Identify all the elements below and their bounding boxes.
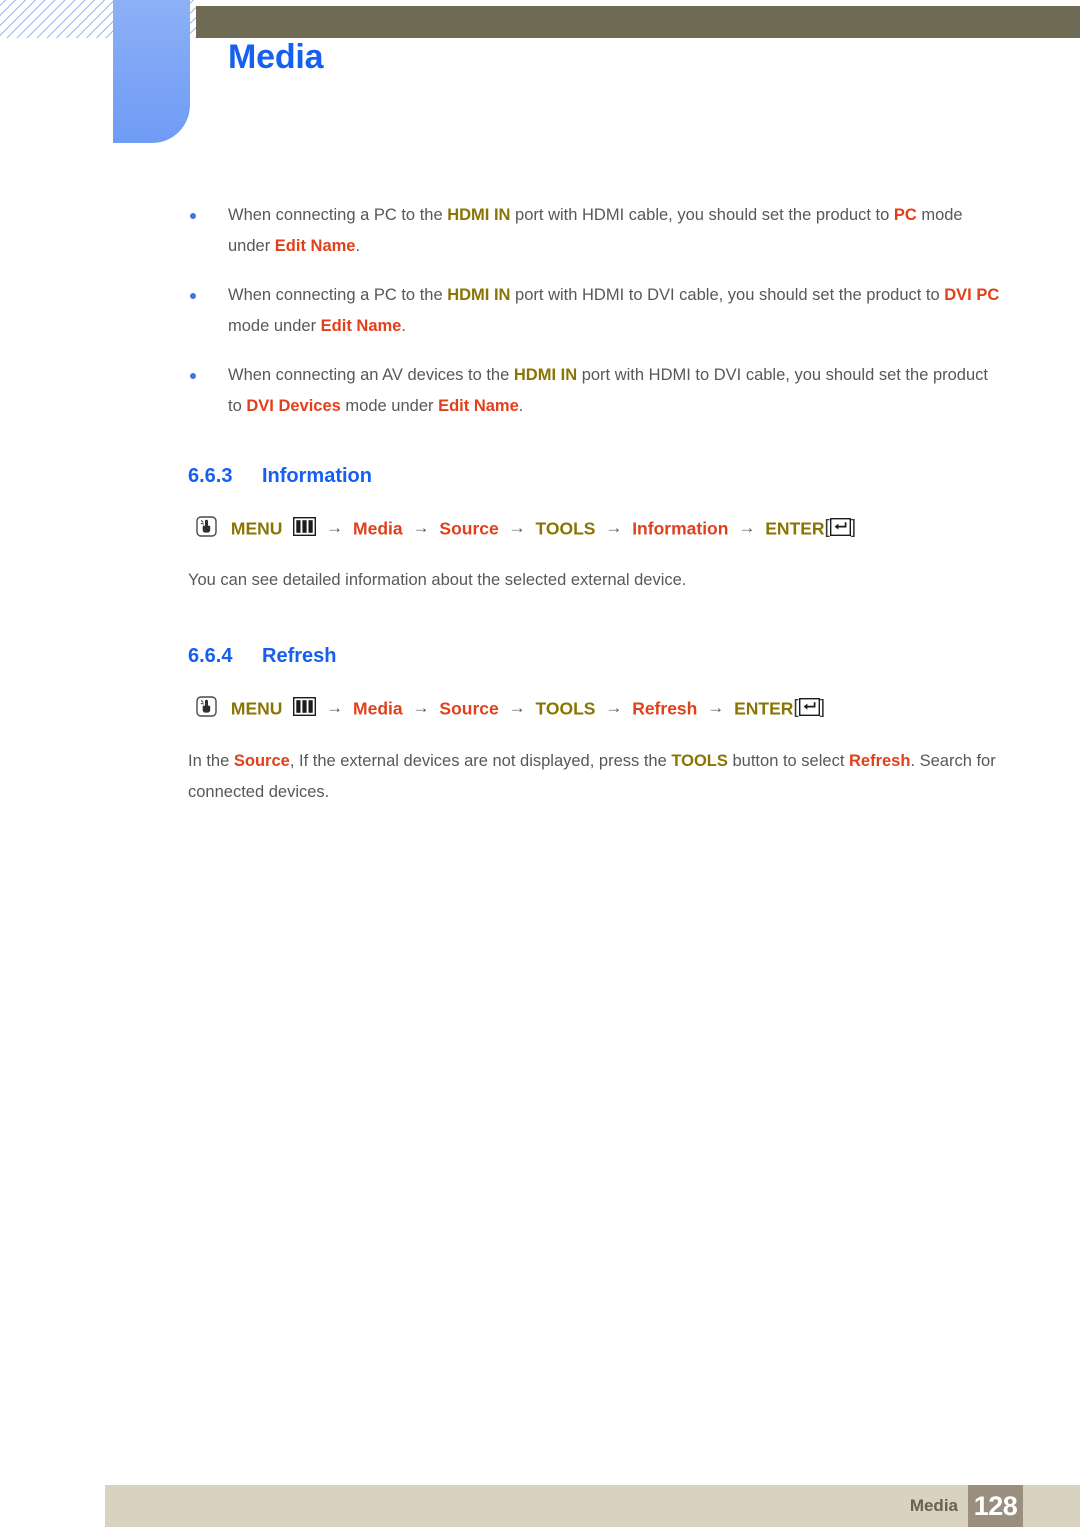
header-olive-bar bbox=[196, 6, 1080, 38]
path-arrow: → bbox=[326, 518, 344, 537]
section-title: Refresh bbox=[262, 645, 337, 668]
path-arrow: → bbox=[508, 518, 526, 537]
note-text: When connecting a PC to the HDMI IN port… bbox=[228, 206, 963, 255]
note-text: When connecting a PC to the HDMI IN port… bbox=[228, 286, 1000, 335]
information-body-text: You can see detailed information about t… bbox=[188, 571, 687, 590]
section-heading-information: 6.6.3 Information bbox=[0, 466, 1080, 486]
menu-label: MENU bbox=[230, 698, 283, 719]
bracket-close: ] bbox=[850, 517, 857, 538]
path-arrow: → bbox=[326, 698, 344, 718]
list-item: When connecting an AV devices to the HDM… bbox=[0, 360, 1080, 422]
path-step-source: Source bbox=[439, 698, 499, 719]
path-arrow: → bbox=[412, 518, 430, 537]
path-arrow: → bbox=[605, 698, 623, 718]
path-step-tools: TOOLS bbox=[535, 698, 596, 719]
footer-chapter-label: Media bbox=[909, 1496, 958, 1515]
section-title: Information bbox=[262, 465, 372, 487]
footer-page-number: 128 bbox=[968, 1485, 1023, 1527]
enter-label: ENTER bbox=[734, 698, 794, 719]
list-item: When connecting a PC to the HDMI IN port… bbox=[0, 280, 1080, 342]
path-arrow: → bbox=[707, 698, 725, 718]
notes-list: When connecting a PC to the HDMI IN port… bbox=[0, 200, 1080, 422]
path-step-tools: TOOLS bbox=[535, 518, 596, 539]
bullet-dot-icon bbox=[190, 373, 196, 379]
section-number: 6.6.3 bbox=[188, 465, 233, 487]
path-arrow: → bbox=[738, 518, 756, 537]
bullet-dot-icon bbox=[190, 213, 196, 219]
menu-grid-icon bbox=[293, 515, 317, 537]
refresh-body-text: In the Source, If the external devices a… bbox=[188, 751, 996, 801]
path-step-refresh: Refresh bbox=[632, 698, 698, 719]
bullet-dot-icon bbox=[190, 293, 196, 299]
menu-grid-icon bbox=[293, 695, 317, 717]
menu-path-refresh: MENU → Media → Source → TOOLS → Refresh … bbox=[0, 692, 1080, 723]
bracket-close: ] bbox=[819, 697, 825, 719]
path-arrow: → bbox=[412, 698, 430, 718]
chapter-title: Media bbox=[228, 38, 324, 76]
press-hand-icon bbox=[196, 516, 217, 537]
menu-path-information: MENU → Media → Source → TOOLS → Informat… bbox=[0, 512, 1080, 543]
path-step-information: Information bbox=[632, 518, 729, 539]
note-text: When connecting an AV devices to the HDM… bbox=[228, 366, 988, 415]
chapter-blue-tab bbox=[113, 0, 190, 143]
path-step-media: Media bbox=[353, 698, 403, 719]
path-step-media: Media bbox=[353, 518, 403, 539]
list-item: When connecting a PC to the HDMI IN port… bbox=[0, 200, 1080, 262]
press-hand-icon bbox=[196, 696, 217, 718]
menu-label: MENU bbox=[230, 518, 283, 539]
section-heading-refresh: 6.6.4 Refresh bbox=[0, 646, 1080, 666]
enter-return-icon bbox=[798, 695, 820, 717]
enter-label: ENTER bbox=[765, 518, 825, 539]
path-arrow: → bbox=[605, 518, 623, 537]
section-number: 6.6.4 bbox=[188, 645, 233, 668]
path-step-source: Source bbox=[439, 518, 499, 539]
enter-return-icon bbox=[829, 515, 851, 537]
path-arrow: → bbox=[508, 698, 526, 718]
page-content: When connecting a PC to the HDMI IN port… bbox=[0, 200, 1080, 824]
